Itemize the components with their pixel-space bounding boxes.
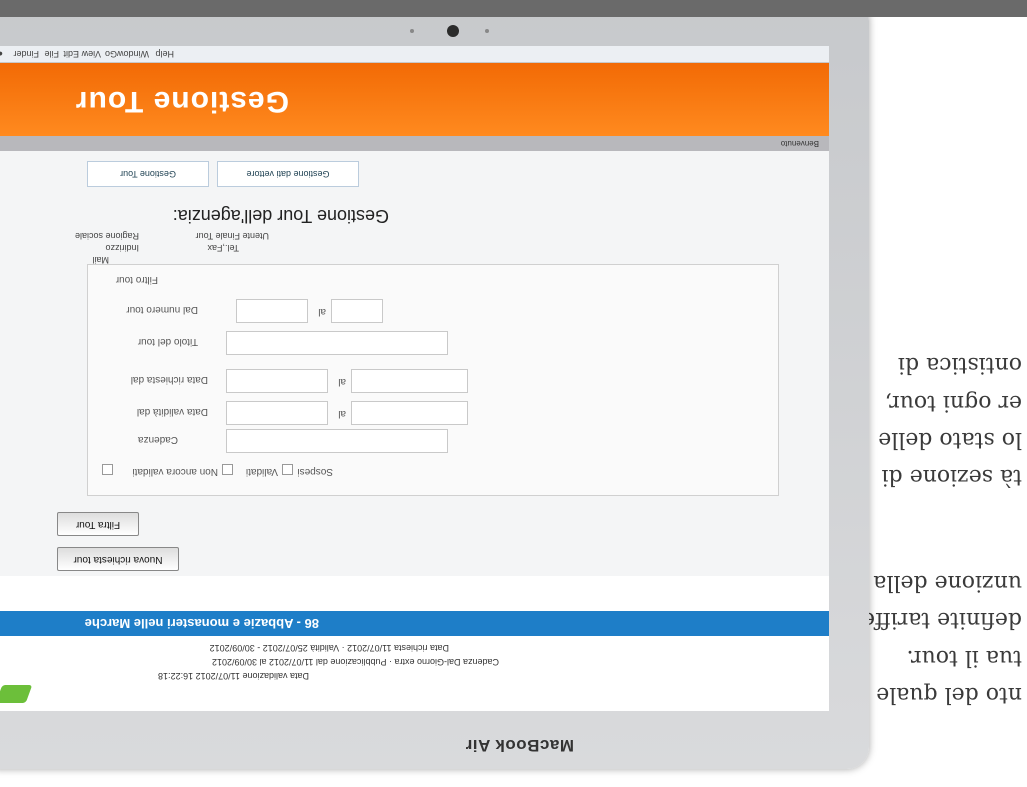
page-line: nto del quale si bbox=[850, 682, 1022, 707]
check-label: Validati bbox=[245, 466, 278, 477]
check-not-validated[interactable] bbox=[102, 464, 113, 475]
tour-card: 86 - Abbazie e monasteri nelle Marche Da… bbox=[0, 576, 829, 711]
sensor-dot bbox=[410, 29, 414, 33]
welcome-bar: Benvenuto bbox=[0, 136, 829, 151]
laptop: MacBook Air ● Finder File Edit View Go W… bbox=[0, 0, 869, 769]
request-from-input[interactable] bbox=[226, 369, 328, 393]
al-label: al bbox=[338, 408, 346, 419]
printed-page-text: nto del quale si tua il tour. definite t… bbox=[851, 7, 1022, 747]
menu-finder[interactable]: Finder bbox=[13, 49, 39, 59]
filter-label: Titolo del tour bbox=[137, 336, 198, 347]
al-label: al bbox=[338, 376, 346, 387]
filter-tour-button[interactable]: Filtra Tour bbox=[57, 512, 139, 536]
check-label: Sospesi bbox=[297, 466, 333, 477]
valid-from-input[interactable] bbox=[226, 401, 328, 425]
filter-label: Dal numero tour bbox=[126, 304, 198, 315]
tour-title[interactable]: 86 - Abbazie e monasteri nelle Marche bbox=[85, 616, 319, 631]
agency-label: Indirizzo bbox=[105, 243, 139, 253]
photo-scene: nto del quale si tua il tour. definite t… bbox=[0, 0, 1027, 787]
tour-from-input[interactable] bbox=[236, 299, 308, 323]
menu-edit[interactable]: Edit bbox=[63, 49, 79, 59]
menu-bar: ● Finder File Edit View Go Window Help bbox=[0, 46, 829, 63]
tour-to-input[interactable] bbox=[331, 299, 383, 323]
tab-bar: Gestione Tour Gestione dati vettore bbox=[0, 157, 829, 191]
filter-label: Data validità dal bbox=[136, 406, 208, 417]
app-header: Gestione Tour bbox=[0, 63, 829, 136]
camera-icon bbox=[447, 25, 459, 37]
agency-value: Tel.,Fax bbox=[207, 243, 239, 253]
tab-gestione-vettore[interactable]: Gestione dati vettore bbox=[217, 161, 359, 187]
tour-title-bar: 86 - Abbazie e monasteri nelle Marche bbox=[0, 611, 829, 636]
page-line: unzione della bbox=[873, 570, 1022, 595]
filter-label: Cadenza bbox=[137, 434, 178, 445]
tour-meta: Data richiesta 11/07/2012 · Validità 25/… bbox=[209, 643, 449, 653]
section-title: Gestione Tour dell'agenzia: bbox=[172, 206, 389, 226]
menu-view[interactable]: View bbox=[82, 49, 101, 59]
menu-go[interactable]: Go bbox=[105, 49, 117, 59]
menu-window[interactable]: Window bbox=[117, 49, 149, 59]
page-line: lo stato delle bbox=[878, 427, 1022, 452]
tour-title-input[interactable] bbox=[226, 331, 448, 355]
welcome-text: Benvenuto bbox=[780, 139, 819, 148]
laptop-lid-edge bbox=[0, 0, 1027, 17]
page-line: tua il tour. bbox=[906, 645, 1022, 670]
app-title: Gestione Tour bbox=[74, 85, 289, 118]
valid-to-input[interactable] bbox=[351, 401, 468, 425]
apple-icon[interactable]: ● bbox=[0, 49, 3, 59]
filter-panel: Filtro tour Dal numero tour al Titolo de… bbox=[87, 264, 779, 496]
new-tour-request-button[interactable]: Nuova richiesta tour bbox=[57, 547, 179, 571]
tour-meta: Data validazione 11/07/2012 16:22:18 bbox=[158, 671, 309, 681]
page-line: ontistica di bbox=[897, 352, 1022, 377]
bezel-bottom: MacBook Air bbox=[0, 711, 869, 769]
tab-gestione-tour[interactable]: Gestione Tour bbox=[87, 161, 209, 187]
tour-meta: Cadenza Dal-Giorno extra · Pubblicazione… bbox=[211, 657, 499, 667]
check-suspended[interactable] bbox=[282, 464, 293, 475]
check-validated[interactable] bbox=[222, 464, 233, 475]
filter-heading: Filtro tour bbox=[115, 274, 158, 285]
page-line: er ogni tour, bbox=[884, 390, 1022, 415]
sensor-dot bbox=[485, 29, 489, 33]
brand-label: MacBook Air bbox=[465, 736, 574, 755]
screen: ● Finder File Edit View Go Window Help G… bbox=[0, 46, 829, 711]
agency-label: Ragione sociale bbox=[74, 231, 139, 241]
validated-icon bbox=[0, 685, 33, 703]
filter-label: Data richiesta dal bbox=[130, 374, 208, 385]
request-to-input[interactable] bbox=[351, 369, 468, 393]
al-label: al bbox=[318, 306, 326, 317]
agency-value: Utente Finale Tour bbox=[195, 231, 269, 241]
menu-file[interactable]: File bbox=[44, 49, 59, 59]
page-line: definite tariffe bbox=[862, 607, 1022, 632]
page-line: tà sezione di bbox=[881, 464, 1022, 489]
cadence-input[interactable] bbox=[226, 429, 448, 453]
menu-help[interactable]: Help bbox=[155, 49, 174, 59]
check-label: Non ancora validati bbox=[132, 466, 218, 477]
